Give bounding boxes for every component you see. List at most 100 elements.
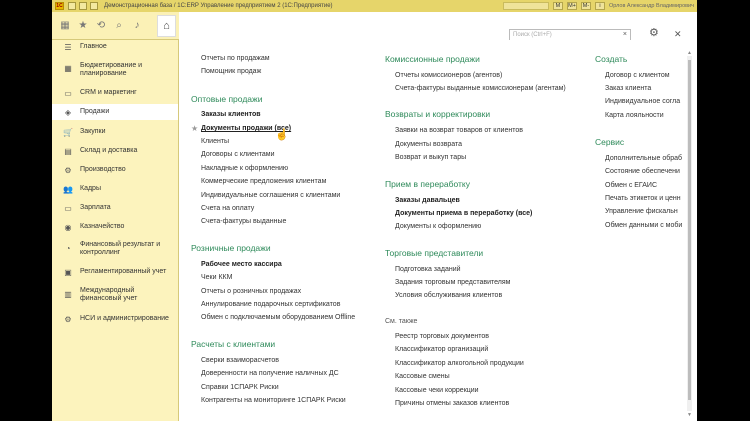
sidebar-item-purchases[interactable]: 🛒 Закупки [52,125,178,139]
link-gift-certificate-cancel[interactable]: Аннулирование подарочных сертификатов [201,301,340,308]
bookmark-button[interactable]: M [552,2,563,10]
sidebar-item-warehouse[interactable]: ▤ Склад и доставка [52,144,178,158]
ledger-icon: ▣ [64,267,72,277]
link-commissioner-reports[interactable]: Отчеты комиссионеров (агентов) [395,72,502,79]
link-trade-docs-registry[interactable]: Реестр торговых документов [395,333,489,340]
link-supply-status[interactable]: Состояние обеспечени [605,168,680,175]
crm-icon: ▭ [64,88,72,98]
section-create: Создать [595,54,628,64]
link-cash-shifts[interactable]: Кассовые смены [395,373,450,380]
link-cashier-workplace[interactable]: Рабочее место кассира [201,261,282,268]
link-retail-reports[interactable]: Отчеты о розничных продажах [201,288,301,295]
close-icon[interactable]: ✕ [674,29,682,40]
notifications-bell-icon[interactable]: ♪ [128,15,146,37]
favorite-star-icon[interactable]: ★ [191,124,198,133]
link-spark-reports[interactable]: Справки 1СПАРК Риски [201,384,279,391]
link-reconciliations[interactable]: Сверки взаиморасчетов [201,357,279,364]
sidebar-item-main[interactable]: ☰ Главное [52,40,178,54]
link-sales-reports[interactable]: Отчеты по продажам [201,55,270,62]
link-individual-agreements[interactable]: Индивидуальные соглашения с клиентами [201,192,340,199]
section-sales-reps: Торговые представители [385,248,484,258]
link-spark-monitoring[interactable]: Контрагенты на мониторинге 1СПАРК Риски [201,397,346,404]
link-create-order[interactable]: Заказ клиента [605,85,651,92]
link-task-preparation[interactable]: Подготовка заданий [395,266,461,273]
link-rep-tasks[interactable]: Задания торговым представителям [395,279,510,286]
link-container-return[interactable]: Возврат и выкуп тары [395,154,466,161]
window-title: Демонстрационная база / 1С:ERP Управлени… [104,3,333,9]
user-name[interactable]: Орлов Александр Владимирович [609,3,694,9]
link-issued-tax-invoices[interactable]: Счета-фактуры выданные [201,218,286,225]
forward-icon[interactable] [90,2,98,10]
link-tolling-orders[interactable]: Заказы давальцев [395,197,460,204]
link-processing-documents-all[interactable]: Документы приема в переработку (все) [395,210,532,217]
menu-icon[interactable] [68,2,76,10]
link-create-loyalty-card[interactable]: Карта лояльности [605,112,664,119]
link-service-conditions[interactable]: Условия обслуживания клиентов [395,292,502,299]
bookmark-remove-button[interactable]: M- [580,2,591,10]
link-offline-equipment-exchange[interactable]: Обмен с подключаемым оборудованием Offli… [201,314,355,321]
sidebar-item-crm[interactable]: ▭ CRM и маркетинг [52,86,178,100]
sidebar-item-ifrs[interactable]: ▥ Международный финансовый учет [52,284,178,306]
link-customer-contracts[interactable]: Договоры с клиентами [201,151,275,158]
sidebar-item-financial-result[interactable]: ◔ Финансовый результат и контроллинг [52,238,178,260]
sidebar-item-hr[interactable]: 👥 Кадры [52,182,178,196]
link-return-documents[interactable]: Документы возврата [395,141,462,148]
scroll-down-icon[interactable]: ▼ [687,412,692,418]
section-wholesale: Оптовые продажи [191,94,263,104]
list-icon: ☰ [64,42,72,52]
sidebar-item-payroll[interactable]: ▭ Зарплата [52,201,178,215]
section-service: Сервис [595,137,625,147]
bookmark-add-button[interactable]: M+ [566,2,577,10]
link-invoices-to-process[interactable]: Накладные к оформлению [201,165,288,172]
sales-icon: ◈ [64,107,72,117]
history-icon[interactable]: ⟲ [92,15,110,37]
app-window: 1С Демонстрационная база / 1С:ERP Управл… [52,0,697,421]
link-label-printing[interactable]: Печать этикеток и ценн [605,195,681,202]
favorites-star-icon[interactable]: ★ [74,15,92,37]
section-customer-settlements: Расчеты с клиентами [191,339,276,349]
link-customers[interactable]: Клиенты [201,138,229,145]
grid-icon[interactable]: ▦ [56,15,74,37]
link-customer-orders[interactable]: Заказы клиентов [201,111,261,118]
titlebar-search-box[interactable] [502,2,549,10]
settings-gear-icon[interactable]: ⚙ [649,26,659,39]
link-cash-power-of-attorney[interactable]: Доверенности на получение наличных ДС [201,370,339,377]
sidebar-item-treasury[interactable]: ◉ Казначейство [52,220,178,234]
link-alcohol-classifier[interactable]: Классификатор алкогольной продукции [395,360,524,367]
sections-sidebar: ☰ Главное ▦ Бюджетирование и планировани… [52,40,179,421]
link-return-requests[interactable]: Заявки на возврат товаров от клиентов [395,127,523,134]
sidebar-item-sales[interactable]: ◈ Продажи [52,104,178,120]
info-button[interactable]: i [594,2,605,10]
link-additional-processing[interactable]: Дополнительные обраб [605,155,682,162]
admin-gear-icon: ⚙ [64,314,72,324]
sidebar-item-production[interactable]: ⚙ Производство [52,163,178,177]
cart-icon: 🛒 [63,127,73,137]
clear-search-icon[interactable]: × [623,31,627,38]
link-mobile-exchange[interactable]: Обмен данными с моби [605,222,682,229]
link-kkm-receipts[interactable]: Чеки ККМ [201,274,232,281]
link-payment-invoices[interactable]: Счета на оплату [201,205,254,212]
link-org-classifier[interactable]: Классификатор организаций [395,346,488,353]
link-order-cancel-reasons[interactable]: Причины отмены заказов клиентов [395,400,509,407]
warehouse-icon: ▤ [64,146,72,156]
vertical-scrollbar[interactable] [687,56,692,411]
home-icon[interactable]: ⌂ [157,15,176,37]
link-sales-assistant[interactable]: Помощник продаж [201,68,261,75]
sidebar-item-budgeting[interactable]: ▦ Бюджетирование и планирование [52,59,178,81]
link-create-agreement[interactable]: Индивидуальное согла [605,98,680,105]
sidebar-item-admin[interactable]: ⚙ НСИ и администрирование [52,312,178,326]
title-bar: 1С Демонстрационная база / 1С:ERP Управл… [52,0,697,12]
link-commissioner-invoices[interactable]: Счета-фактуры выданные комиссионерам (аг… [395,85,566,92]
sidebar-item-regulated-accounting[interactable]: ▣ Регламентированный учет [52,265,178,279]
search-icon[interactable]: ⌕ [110,15,128,37]
link-create-contract[interactable]: Договор с клиентом [605,72,670,79]
link-correction-receipts[interactable]: Кассовые чеки коррекции [395,387,479,394]
international-ledger-icon: ▥ [64,289,72,299]
link-fiscal-management[interactable]: Управление фискальн [605,208,678,215]
link-documents-to-process[interactable]: Документы к оформлению [395,223,481,230]
section-retail: Розничные продажи [191,243,271,253]
link-commercial-offers[interactable]: Коммерческие предложения клиентам [201,178,326,185]
back-icon[interactable] [79,2,87,10]
link-egais-exchange[interactable]: Обмен с ЕГАИС [605,182,657,189]
scrollbar-thumb[interactable] [688,60,691,400]
